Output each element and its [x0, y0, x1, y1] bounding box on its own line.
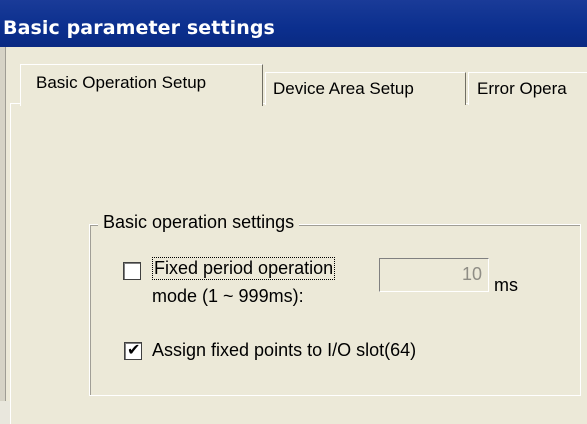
ms-unit-label: ms — [494, 275, 518, 295]
fixed-period-ms-input[interactable]: 10 — [379, 258, 489, 292]
title-bar[interactable]: Basic parameter settings — [0, 0, 587, 47]
tab-label: Device Area Setup — [273, 79, 414, 98]
tab-label: Basic Operation Setup — [36, 73, 207, 92]
group-caption: Basic operation settings — [98, 212, 300, 233]
fixed-period-label[interactable]: Fixed period operation — [151, 257, 336, 280]
basic-operation-settings-group — [89, 224, 581, 396]
tab-error-operation[interactable]: Error Opera — [468, 72, 587, 105]
window-title: Basic parameter settings — [3, 17, 275, 39]
checkmark-icon: ✔ — [127, 340, 141, 359]
tab-basic-operation-setup[interactable]: Basic Operation Setup — [20, 64, 263, 106]
fixed-period-checkbox[interactable] — [123, 262, 141, 280]
tab-label: Error Opera — [477, 79, 567, 98]
fixed-period-value: 10 — [461, 264, 482, 284]
assign-fixed-points-checkbox[interactable]: ✔ — [124, 340, 142, 360]
left-frame-border — [0, 47, 6, 401]
assign-fixed-points-label[interactable]: Assign fixed points to I/O slot(64) — [152, 340, 416, 361]
fixed-period-label-range[interactable]: mode (1 ~ 999ms): — [152, 286, 304, 307]
tab-device-area-setup[interactable]: Device Area Setup — [265, 72, 466, 105]
